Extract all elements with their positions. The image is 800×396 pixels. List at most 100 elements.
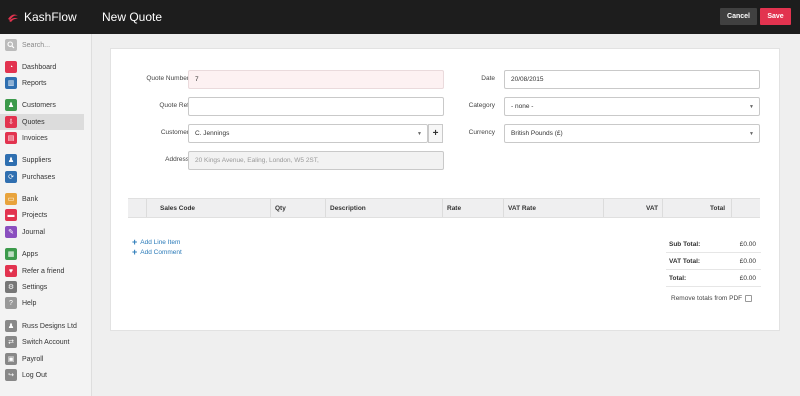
sidebar-item-switch-account[interactable]: ⇄ Switch Account <box>0 334 84 350</box>
app-logo[interactable]: KashFlow <box>6 9 77 25</box>
sidebar-item-label: Projects <box>22 211 48 219</box>
sidebar-item-payroll[interactable]: ▣ Payroll <box>0 351 84 367</box>
quote-number-field[interactable]: 7 <box>188 70 444 89</box>
date-field[interactable]: 20/08/2015 <box>504 70 760 89</box>
sidebar-item-label: Journal <box>22 228 45 236</box>
sidebar-item-invoices[interactable]: ▤ Invoices <box>0 130 84 146</box>
vat-total-value: £0.00 <box>739 257 756 265</box>
column-divider <box>603 199 604 217</box>
category-value: - none - <box>511 103 534 110</box>
column-description: Description <box>330 204 366 212</box>
sidebar-item-logout[interactable]: ↪ Log Out <box>0 367 84 383</box>
sidebar-item-label: Reports <box>22 79 47 87</box>
logout-icon: ↪ <box>5 369 17 381</box>
apps-icon: ▦ <box>5 248 17 260</box>
sidebar-item-apps[interactable]: ▦ Apps <box>0 246 84 262</box>
sidebar-item-label: Refer a friend <box>22 267 65 275</box>
vat-total-row: VAT Total: £0.00 <box>666 253 761 270</box>
sidebar-item-label: Help <box>22 299 37 307</box>
projects-icon: ▬ <box>5 209 17 221</box>
sidebar-item-journal[interactable]: ✎ Journal <box>0 224 84 240</box>
quote-number-label: Quote Number <box>146 75 189 82</box>
sidebar-item-purchases[interactable]: ⟳ Purchases <box>0 169 84 185</box>
total-value: £0.00 <box>739 274 756 282</box>
sidebar-item-company[interactable]: ♟ Russ Designs Ltd <box>0 318 84 334</box>
sidebar-item-suppliers[interactable]: ♟ Suppliers <box>0 152 84 168</box>
purchases-icon: ⟳ <box>5 171 17 183</box>
search-placeholder: Search... <box>22 41 51 49</box>
total-row: Total: £0.00 <box>666 270 761 287</box>
remove-totals-option[interactable]: Remove totals from PDF <box>671 295 753 302</box>
address-field[interactable]: 20 Kings Avenue, Ealing, London, W5 2ST, <box>188 151 444 170</box>
sidebar-item-label: Bank <box>22 195 38 203</box>
add-customer-button[interactable]: + <box>428 124 443 143</box>
sub-total-label: Sub Total: <box>669 240 701 248</box>
quote-ref-field[interactable] <box>188 97 444 116</box>
top-bar: KashFlow New Quote Cancel Save <box>0 0 800 34</box>
column-divider <box>325 199 326 217</box>
column-divider <box>662 199 663 217</box>
currency-label: Currency <box>468 129 495 136</box>
category-label: Category <box>468 102 495 109</box>
sidebar-item-label: Invoices <box>22 134 48 142</box>
category-select[interactable]: - none - ▼ <box>504 97 760 116</box>
total-label: Total: <box>669 274 687 282</box>
sidebar-item-projects[interactable]: ▬ Projects <box>0 207 84 223</box>
sidebar-item-bank[interactable]: ▭ Bank <box>0 191 84 207</box>
add-comment-link[interactable]: + Add Comment <box>132 247 182 257</box>
help-icon: ? <box>5 297 17 309</box>
gear-icon: ⚙ <box>5 281 17 293</box>
quote-number-value: 7 <box>195 76 199 83</box>
column-divider <box>270 199 271 217</box>
sidebar-item-label: Apps <box>22 250 38 258</box>
add-line-item-link[interactable]: + Add Line Item <box>132 237 180 247</box>
currency-select[interactable]: British Pounds (£) ▼ <box>504 124 760 143</box>
sidebar-item-quotes[interactable]: ⇩ Quotes <box>0 114 84 130</box>
sidebar-search[interactable]: Search... <box>0 37 84 53</box>
column-divider <box>146 199 147 217</box>
currency-value: British Pounds (£) <box>511 130 563 137</box>
save-button[interactable]: Save <box>760 8 791 25</box>
plus-icon: + <box>132 247 138 257</box>
sidebar: Search... ◔ Dashboard ▥ Reports ♟ Custom… <box>0 34 92 396</box>
customer-value: C. Jennings <box>195 130 230 137</box>
remove-totals-checkbox[interactable] <box>745 295 753 302</box>
remove-totals-label: Remove totals from PDF <box>671 295 743 302</box>
sidebar-item-help[interactable]: ? Help <box>0 295 84 311</box>
customer-select[interactable]: C. Jennings ▼ <box>188 124 428 143</box>
column-divider <box>731 199 732 217</box>
dashboard-icon: ◔ <box>5 61 17 73</box>
sidebar-item-label: Payroll <box>22 355 44 363</box>
sidebar-item-dashboard[interactable]: ◔ Dashboard <box>0 59 84 75</box>
column-qty: Qty <box>275 204 286 212</box>
cancel-button[interactable]: Cancel <box>720 8 757 25</box>
sidebar-item-refer[interactable]: ♥ Refer a friend <box>0 263 84 279</box>
switch-icon: ⇄ <box>5 336 17 348</box>
bank-icon: ▭ <box>5 193 17 205</box>
sub-total-row: Sub Total: £0.00 <box>666 236 761 253</box>
column-rate: Rate <box>447 204 462 212</box>
sidebar-item-label: Purchases <box>22 173 56 181</box>
vat-total-label: VAT Total: <box>669 257 701 265</box>
column-total: Total <box>710 204 726 212</box>
add-line-item-label: Add Line Item <box>140 238 181 246</box>
kashflow-logo-icon <box>6 10 20 24</box>
journal-icon: ✎ <box>5 226 17 238</box>
sidebar-item-settings[interactable]: ⚙ Settings <box>0 279 84 295</box>
sidebar-item-customers[interactable]: ♟ Customers <box>0 97 84 113</box>
chevron-down-icon: ▼ <box>417 131 422 137</box>
address-label: Address <box>165 156 189 163</box>
address-value: 20 Kings Avenue, Ealing, London, W5 2ST, <box>195 157 319 164</box>
quotes-icon: ⇩ <box>5 116 17 128</box>
chevron-down-icon: ▼ <box>749 131 754 137</box>
invoices-icon: ▤ <box>5 132 17 144</box>
column-sales-code: Sales Code <box>160 204 196 212</box>
sidebar-item-label: Suppliers <box>22 156 52 164</box>
reports-icon: ▥ <box>5 77 17 89</box>
date-label: Date <box>481 75 495 82</box>
sidebar-item-label: Customers <box>22 101 56 109</box>
app-name: KashFlow <box>24 10 77 24</box>
plus-icon: + <box>132 237 138 247</box>
sidebar-item-reports[interactable]: ▥ Reports <box>0 75 84 91</box>
sub-total-value: £0.00 <box>739 240 756 248</box>
